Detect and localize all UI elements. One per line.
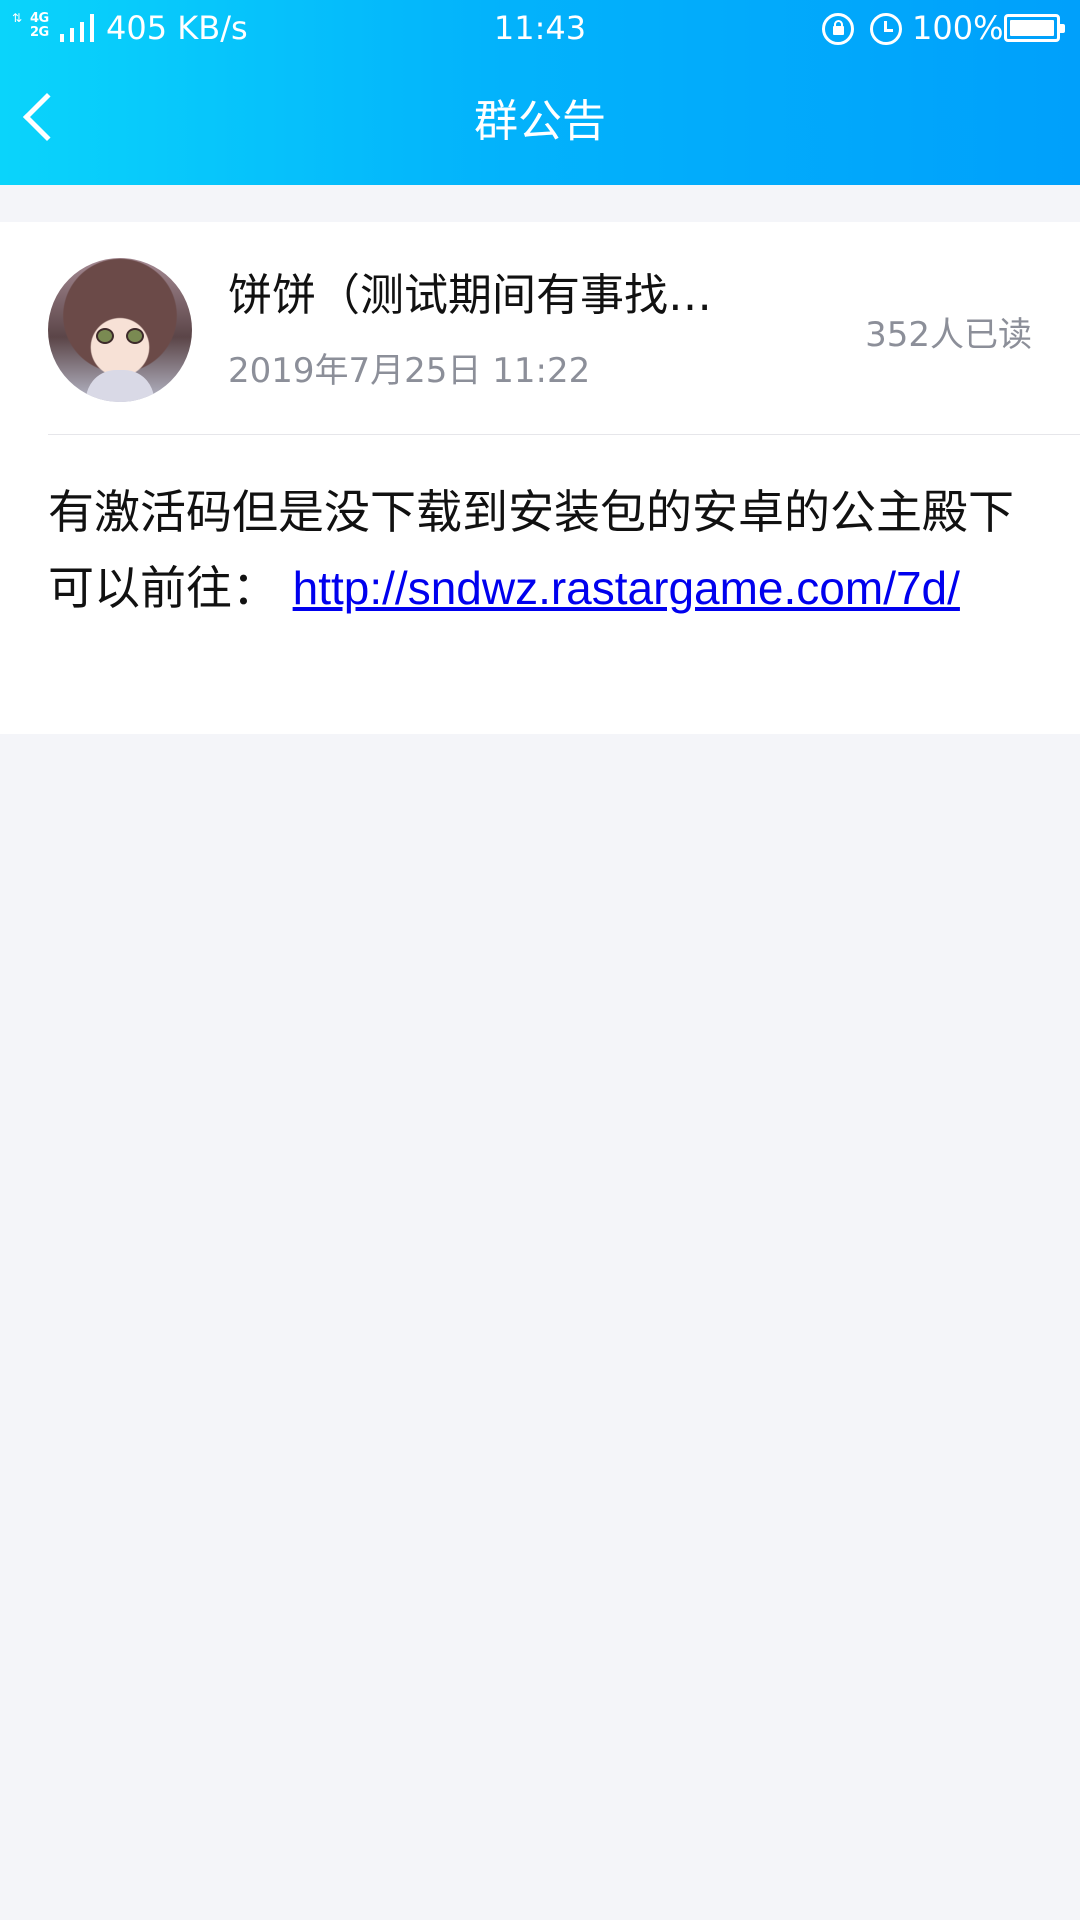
announcement-body: 有激活码但是没下载到安装包的安卓的公主殿下可以前往： http://sndwz.… — [48, 474, 1028, 626]
announcement-link[interactable]: http://sndwz.rastargame.com/7d/ — [293, 562, 960, 614]
battery-fill — [1010, 20, 1054, 36]
battery-percent: 100% — [912, 9, 1004, 47]
top-bar: ⇅ 4G 2G 405 KB/s 11:43 100% 群公告 — [0, 0, 1080, 185]
author-name[interactable]: 饼饼（测试期间有事找… — [228, 266, 712, 326]
battery-icon — [1004, 14, 1065, 42]
status-bar: ⇅ 4G 2G 405 KB/s 11:43 100% — [0, 0, 1080, 56]
divider — [48, 434, 1080, 435]
announcement-card: 饼饼（测试期间有事找… 2019年7月25日 11:22 352人已读 有激活码… — [0, 222, 1080, 734]
rotation-lock-icon — [822, 13, 854, 45]
alarm-icon — [870, 13, 902, 45]
page-title: 群公告 — [474, 96, 606, 147]
avatar[interactable] — [48, 258, 192, 402]
post-date: 2019年7月25日 11:22 — [228, 351, 591, 391]
read-count[interactable]: 352人已读 — [865, 312, 1032, 358]
